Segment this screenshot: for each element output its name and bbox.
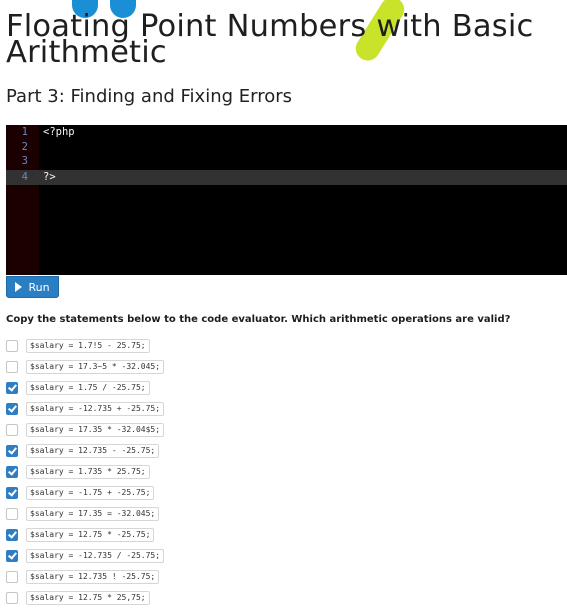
checkmark-icon (7, 466, 17, 476)
checkmark-icon (7, 550, 17, 560)
editor-line[interactable]: 2 (6, 140, 567, 155)
answer-option[interactable]: $salary = -12.735 / -25.75; (6, 548, 226, 564)
line-number: 1 (21, 126, 28, 138)
answer-option[interactable]: $salary = 12.735 ! -25.75; (6, 569, 226, 585)
code-editor[interactable]: 1 <?php 2 3 4 ?> (6, 125, 567, 275)
answer-option[interactable]: $salary = 12.735 - -25.75; (6, 443, 226, 459)
checkmark-icon (7, 403, 17, 413)
option-code: $salary = -12.735 / -25.75; (26, 549, 165, 563)
editor-line[interactable]: 3 (6, 154, 567, 169)
checkbox-checked[interactable] (6, 403, 18, 415)
editor-line[interactable]: 1 <?php (6, 125, 567, 140)
option-code: $salary = -12.735 + -25.75; (26, 402, 165, 416)
checkmark-icon (7, 382, 17, 392)
checkbox-unchecked[interactable] (6, 571, 18, 583)
checkbox-checked[interactable] (6, 550, 18, 562)
answer-option[interactable]: $salary = 17.35 * -32.04$5; (6, 422, 226, 438)
answer-option[interactable]: $salary = 17.35 = -32.045; (6, 506, 226, 522)
option-code: $salary = 12.735 ! -25.75; (26, 570, 160, 584)
checkmark-icon (7, 445, 17, 455)
play-icon (15, 282, 23, 292)
option-code: $salary = -1.75 + -25.75; (26, 486, 155, 500)
answer-option[interactable]: $salary = 17.3~5 * -32.045; (6, 359, 226, 375)
checkbox-unchecked[interactable] (6, 424, 18, 436)
option-code: $salary = 12.735 - -25.75; (26, 444, 160, 458)
answer-option[interactable]: $salary = 1.75 / -25.75; (6, 380, 226, 396)
checkbox-unchecked[interactable] (6, 340, 18, 352)
checkbox-checked[interactable] (6, 466, 18, 478)
option-code: $salary = 1.735 * 25.75; (26, 465, 150, 479)
answer-option[interactable]: $salary = 1.7!5 - 25.75; (6, 338, 226, 354)
option-code: $salary = 1.7!5 - 25.75; (26, 339, 150, 353)
checkbox-checked[interactable] (6, 445, 18, 457)
option-code: $salary = 17.35 = -32.045; (26, 507, 160, 521)
answer-option[interactable]: $salary = 12.75 * -25.75; (6, 527, 226, 543)
code-text[interactable]: ?> (43, 170, 56, 185)
answer-option[interactable]: $salary = 12.75 * 25,75; (6, 590, 226, 606)
answer-option[interactable]: $salary = -1.75 + -25.75; (6, 485, 226, 501)
checkbox-checked[interactable] (6, 487, 18, 499)
line-number: 4 (21, 171, 28, 183)
answer-option[interactable]: $salary = -12.735 + -25.75; (6, 401, 226, 417)
checkbox-unchecked[interactable] (6, 508, 18, 520)
checkbox-checked[interactable] (6, 382, 18, 394)
answer-option[interactable]: $salary = 1.735 * 25.75; (6, 464, 226, 480)
question-text: Copy the statements below to the code ev… (6, 314, 511, 325)
option-code: $salary = 12.75 * -25.75; (26, 528, 155, 542)
page-title: Floating Point Numbers with Basic Arithm… (6, 9, 534, 70)
line-number: 2 (21, 140, 28, 153)
checkmark-icon (7, 529, 17, 539)
checkbox-unchecked[interactable] (6, 592, 18, 604)
option-code: $salary = 12.75 * 25,75; (26, 591, 150, 605)
option-code: $salary = 17.35 * -32.04$5; (26, 423, 165, 437)
checkbox-checked[interactable] (6, 529, 18, 541)
section-title: Part 3: Finding and Fixing Errors (6, 86, 293, 107)
checkbox-unchecked[interactable] (6, 361, 18, 373)
checkmark-icon (7, 487, 17, 497)
code-text[interactable]: <?php (43, 125, 75, 140)
option-code: $salary = 1.75 / -25.75; (26, 381, 150, 395)
line-number: 3 (21, 155, 28, 167)
run-button-label: Run (28, 280, 50, 294)
run-button[interactable]: Run (6, 276, 59, 298)
option-code: $salary = 17.3~5 * -32.045; (26, 360, 165, 374)
editor-line-active[interactable]: 4 ?> (6, 170, 567, 185)
